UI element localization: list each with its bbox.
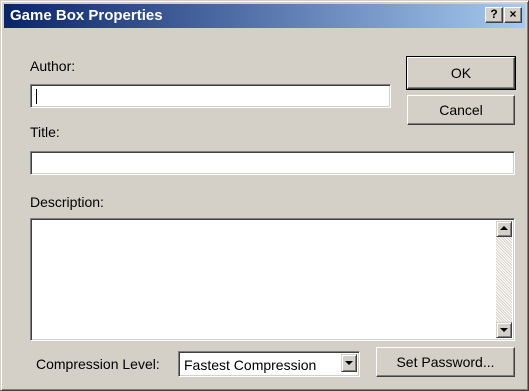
- author-label: Author:: [30, 58, 76, 74]
- scroll-up-button[interactable]: [496, 221, 512, 237]
- game-box-properties-dialog: Game Box Properties ? × Author: OK Cance…: [0, 0, 529, 391]
- description-label: Description:: [30, 194, 104, 210]
- compression-level-select[interactable]: Fastest Compression: [178, 351, 360, 377]
- arrow-up-icon: [500, 226, 508, 230]
- chevron-down-icon: [345, 361, 353, 365]
- compression-level-value: Fastest Compression: [184, 357, 317, 373]
- window-title: Game Box Properties: [10, 7, 163, 24]
- description-scrollbar[interactable]: [496, 221, 512, 338]
- ok-button[interactable]: OK: [406, 56, 516, 90]
- dropdown-button[interactable]: [341, 354, 357, 372]
- title-input[interactable]: [30, 151, 515, 175]
- close-icon: ×: [509, 7, 517, 21]
- title-bar[interactable]: Game Box Properties ? ×: [4, 4, 525, 28]
- question-mark-icon: ?: [490, 7, 498, 21]
- compression-level-label: Compression Level:: [36, 356, 160, 372]
- title-label: Title:: [30, 124, 60, 140]
- scroll-down-button[interactable]: [496, 322, 512, 338]
- description-textarea[interactable]: [30, 218, 515, 341]
- cancel-button[interactable]: Cancel: [407, 95, 515, 125]
- author-input[interactable]: [30, 84, 391, 108]
- help-button[interactable]: ?: [485, 7, 503, 23]
- text-caret: [36, 89, 37, 104]
- set-password-button[interactable]: Set Password...: [376, 347, 515, 377]
- close-button[interactable]: ×: [504, 7, 522, 23]
- arrow-down-icon: [500, 328, 508, 332]
